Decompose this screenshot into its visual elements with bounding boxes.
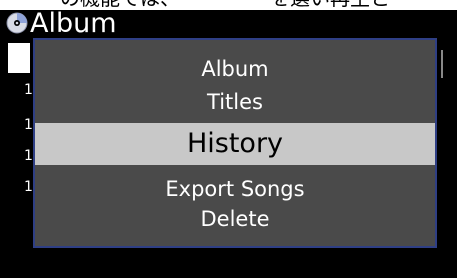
menu-item-export-songs[interactable]: Export Songs — [35, 173, 435, 205]
menu-item-titles[interactable]: Titles — [35, 86, 435, 118]
list-header-cell — [8, 43, 30, 73]
list-item-index: 1 — [24, 117, 33, 133]
cd-disc-icon — [6, 12, 28, 34]
list-item-index: 1 — [24, 179, 33, 195]
menu-item-album[interactable]: Album — [35, 53, 435, 85]
menu-item-delete[interactable]: Delete — [35, 203, 435, 235]
top-strip-text: の機能では、 を選い再生と — [60, 0, 390, 8]
list-item-index: 1 — [24, 82, 33, 98]
list-item-index: 1 — [24, 148, 33, 164]
menu-item-history[interactable]: History — [35, 123, 435, 165]
scrollbar[interactable] — [441, 50, 443, 78]
context-menu: Album Titles History Export Songs Delete — [33, 38, 437, 248]
page-title: Album — [30, 8, 117, 39]
